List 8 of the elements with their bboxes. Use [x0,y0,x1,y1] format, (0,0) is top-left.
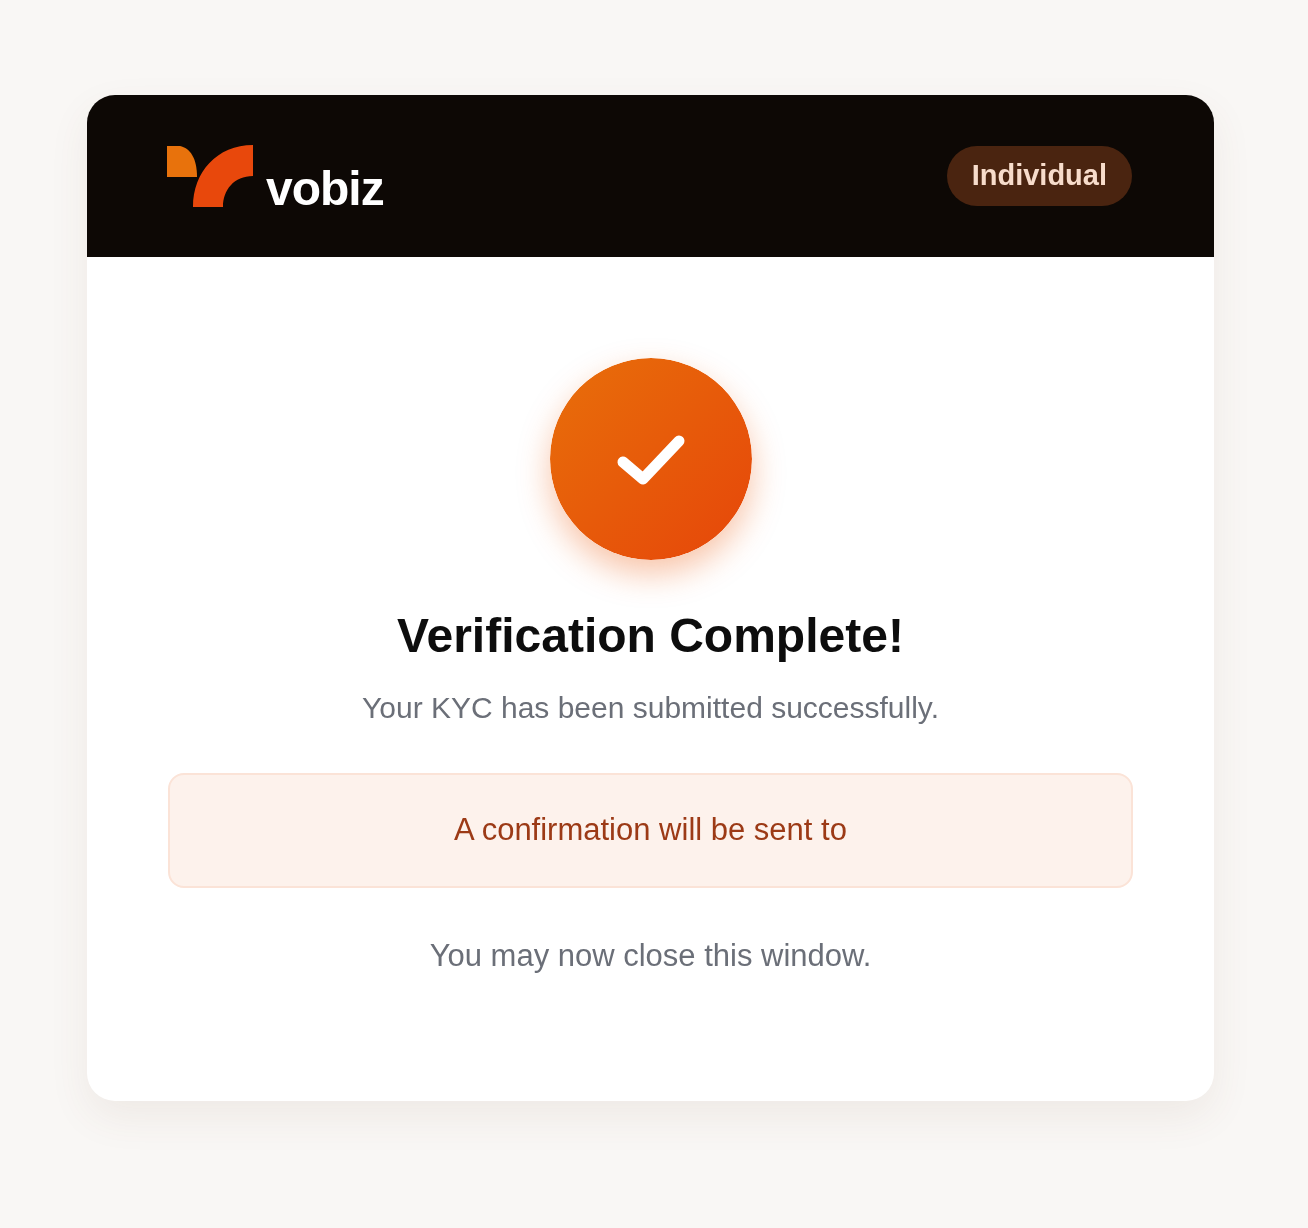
notice-text: A confirmation will be sent to [454,811,847,850]
success-title: Verification Complete! [397,608,904,664]
close-window-note: You may now close this window. [429,937,872,975]
logo-text: vobiz [266,165,384,213]
check-circle-icon [549,358,752,560]
success-subtitle: Your KYC has been submitted successfully. [362,690,939,726]
logo-icon [167,145,253,207]
account-type-badge: Individual [946,146,1132,206]
